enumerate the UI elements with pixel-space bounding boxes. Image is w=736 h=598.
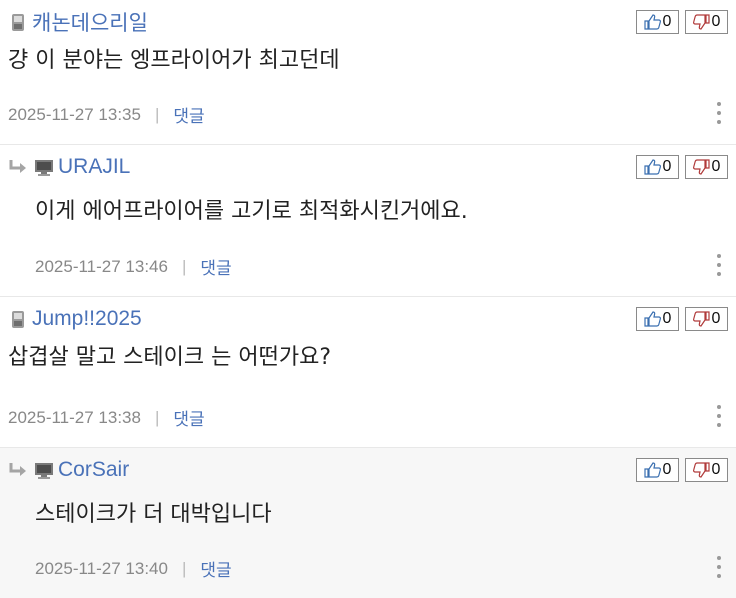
comment-timestamp: 2025-11-27 13:38 — [8, 407, 141, 427]
reply-link[interactable]: 댓글 — [200, 556, 231, 581]
thumbs-up-icon — [643, 311, 661, 327]
thumbs-down-icon — [692, 14, 710, 30]
monitor-icon — [35, 160, 53, 176]
comment-meta: 2025-11-27 13:38 | 댓글 — [8, 405, 205, 430]
upvote-button[interactable]: 0 — [636, 10, 679, 34]
downvote-button[interactable]: 0 — [685, 307, 728, 331]
upvote-count: 0 — [662, 310, 672, 327]
downvote-count: 0 — [711, 158, 721, 175]
thumbs-up-icon — [643, 14, 661, 30]
reply-arrow-icon — [9, 463, 26, 476]
meta-separator: | — [181, 256, 187, 276]
monitor-icon — [35, 463, 53, 479]
downvote-button[interactable]: 0 — [685, 155, 728, 179]
vote-buttons: 0 0 — [636, 10, 728, 34]
reply-comment-item: CorSair 0 0 스테이크가 더 대박입니다 2025-11-27 13:… — [0, 448, 736, 598]
meta-separator: | — [154, 104, 160, 124]
comment-timestamp: 2025-11-27 13:40 — [35, 558, 168, 578]
thumbs-down-icon — [692, 311, 710, 327]
comment-header: CorSair — [8, 456, 129, 484]
comment-meta: 2025-11-27 13:35 | 댓글 — [8, 102, 205, 127]
thumbs-down-icon — [692, 462, 710, 478]
upvote-button[interactable]: 0 — [636, 307, 679, 331]
upvote-button[interactable]: 0 — [636, 155, 679, 179]
reply-arrow-icon — [9, 160, 26, 173]
upvote-count: 0 — [662, 158, 672, 175]
comment-text: 삽겹살 말고 스테이크 는 어떤가요? — [8, 345, 332, 370]
comment-timestamp: 2025-11-27 13:46 — [35, 256, 168, 276]
vote-buttons: 0 0 — [636, 307, 728, 331]
comment-text: 스테이크가 더 대박입니다 — [35, 502, 272, 527]
downvote-count: 0 — [711, 461, 721, 478]
downvote-button[interactable]: 0 — [685, 10, 728, 34]
downvote-count: 0 — [711, 13, 721, 30]
downvote-button[interactable]: 0 — [685, 458, 728, 482]
reply-link[interactable]: 댓글 — [200, 254, 231, 279]
upvote-button[interactable]: 0 — [636, 458, 679, 482]
comment-text: 걍 이 분야는 엥프라이어가 최고던데 — [8, 48, 340, 73]
mobile-phone-icon — [12, 14, 24, 31]
reply-link[interactable]: 댓글 — [173, 102, 204, 127]
mobile-phone-icon — [12, 311, 24, 328]
meta-separator: | — [181, 558, 187, 578]
upvote-count: 0 — [662, 13, 672, 30]
more-vertical-icon[interactable] — [716, 405, 722, 427]
reply-comment-item: URAJIL 0 0 이게 에어프라이어를 고기로 최적화시킨거에요. 2025… — [0, 145, 736, 297]
comment-header: 캐논데으리일 — [8, 8, 148, 36]
author-nickname[interactable]: CorSair — [58, 458, 129, 482]
downvote-count: 0 — [711, 310, 721, 327]
upvote-count: 0 — [662, 461, 672, 478]
comment-text: 이게 에어프라이어를 고기로 최적화시킨거에요. — [35, 199, 468, 224]
comment-item: 캐논데으리일 0 0 걍 이 분야는 엥프라이어가 최고던데 2025-11-2… — [0, 0, 736, 145]
vote-buttons: 0 0 — [636, 155, 728, 179]
vote-buttons: 0 0 — [636, 458, 728, 482]
comment-header: URAJIL — [8, 153, 130, 181]
comment-timestamp: 2025-11-27 13:35 — [8, 104, 141, 124]
more-vertical-icon[interactable] — [716, 556, 722, 578]
comment-header: Jump!!2025 — [8, 305, 142, 333]
thumbs-up-icon — [643, 462, 661, 478]
more-vertical-icon[interactable] — [716, 102, 722, 124]
comment-meta: 2025-11-27 13:46 | 댓글 — [35, 254, 232, 279]
author-nickname[interactable]: Jump!!2025 — [32, 307, 142, 331]
reply-link[interactable]: 댓글 — [173, 405, 204, 430]
thumbs-down-icon — [692, 159, 710, 175]
comment-item: Jump!!2025 0 0 삽겹살 말고 스테이크 는 어떤가요? 2025-… — [0, 297, 736, 448]
meta-separator: | — [154, 407, 160, 427]
thumbs-up-icon — [643, 159, 661, 175]
author-nickname[interactable]: 캐논데으리일 — [32, 7, 148, 37]
author-nickname[interactable]: URAJIL — [58, 155, 130, 179]
more-vertical-icon[interactable] — [716, 254, 722, 276]
comment-meta: 2025-11-27 13:40 | 댓글 — [35, 556, 232, 581]
